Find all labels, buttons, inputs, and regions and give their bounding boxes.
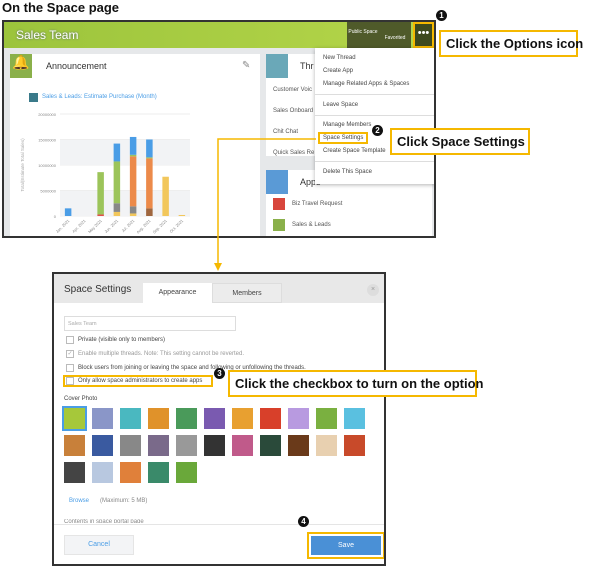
cover-photo-option[interactable] [316, 408, 337, 429]
cover-photo-option[interactable] [120, 435, 141, 456]
private-checkbox[interactable] [66, 336, 74, 344]
cover-photo-label: Cover Photo [64, 396, 98, 402]
dialog-title: Space Settings [64, 284, 132, 295]
cover-photo-option[interactable] [204, 408, 225, 429]
cover-photo-option[interactable] [344, 408, 365, 429]
max-size-note: (Maximum: 5 MB) [100, 498, 148, 504]
cover-photo-option[interactable] [120, 462, 141, 483]
space-settings-dialog: Space Settings Appearance Members × Sale… [52, 272, 386, 566]
close-icon[interactable]: × [367, 284, 379, 296]
cover-photo-option[interactable] [64, 462, 85, 483]
cover-photo-option[interactable] [92, 408, 113, 429]
cover-photo-option[interactable] [176, 408, 197, 429]
admin-only-apps-label: Only allow space administrators to creat… [78, 378, 203, 384]
admin-only-apps-checkbox[interactable] [66, 377, 74, 385]
cover-photo-option[interactable] [344, 435, 365, 456]
multiple-threads-checkbox: ✓ [66, 350, 74, 358]
space-name-input[interactable]: Sales Team [64, 316, 236, 331]
callout-checkbox: Click the checkbox to turn on the option [228, 370, 483, 397]
dialog-header: Space Settings Appearance Members × [54, 274, 384, 303]
cover-photo-option[interactable] [232, 408, 253, 429]
cover-photo-option[interactable] [64, 435, 85, 456]
contents-label: Contents in space portal page [64, 519, 144, 523]
cover-photo-option[interactable] [316, 435, 337, 456]
cover-photo-option[interactable] [148, 462, 169, 483]
cover-photo-option[interactable] [288, 435, 309, 456]
cover-photo-option[interactable] [176, 435, 197, 456]
tab-appearance[interactable]: Appearance [143, 283, 212, 303]
cover-photo-option[interactable] [260, 435, 281, 456]
cover-photo-option[interactable] [176, 462, 197, 483]
cover-photo-option[interactable] [120, 408, 141, 429]
cancel-button[interactable]: Cancel [64, 535, 134, 555]
cover-photo-option[interactable] [148, 435, 169, 456]
browse-link[interactable]: Browse [69, 498, 89, 504]
cover-photo-option[interactable] [62, 406, 87, 431]
multiple-threads-label: Enable multiple threads. Note: This sett… [78, 351, 244, 357]
cover-photo-option[interactable] [232, 435, 253, 456]
save-button[interactable]: Save [311, 536, 381, 555]
cover-photo-option[interactable] [204, 435, 225, 456]
step-badge-4: 4 [298, 516, 309, 527]
private-label: Private (visible only to members) [78, 337, 166, 343]
cover-photo-option[interactable] [92, 435, 113, 456]
cover-photo-option[interactable] [148, 408, 169, 429]
block-users-checkbox[interactable] [66, 364, 74, 372]
cover-photo-option[interactable] [260, 408, 281, 429]
step-badge-3: 3 [214, 368, 225, 379]
cover-photo-option[interactable] [92, 462, 113, 483]
tab-members[interactable]: Members [212, 283, 282, 303]
cover-photo-option[interactable] [288, 408, 309, 429]
